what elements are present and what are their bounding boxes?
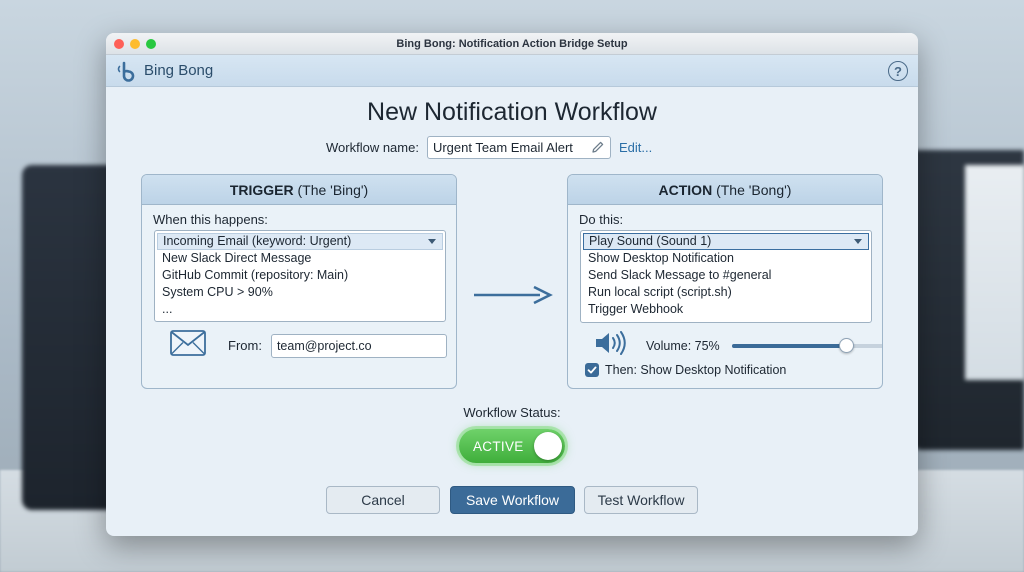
then-notification-label: Then: Show Desktop Notification — [605, 363, 787, 377]
background-laptop-left — [22, 165, 117, 510]
workflow-name-input[interactable]: Urgent Team Email Alert — [426, 136, 611, 159]
toggle-knob — [534, 432, 562, 460]
action-sub-label: Do this: — [579, 212, 624, 227]
maximize-window-button[interactable] — [146, 39, 156, 49]
workflow-name-label: Workflow name: — [326, 140, 419, 155]
page-title: New Notification Workflow — [367, 98, 657, 126]
action-list-item[interactable]: Play Sound (Sound 1) — [583, 233, 869, 250]
trigger-list-item[interactable]: System CPU > 90% — [157, 284, 443, 301]
action-header-rest: (The 'Bong') — [712, 181, 792, 198]
trigger-list[interactable]: Incoming Email (keyword: Urgent) New Sla… — [154, 230, 446, 322]
trigger-panel-header: TRIGGER (The 'Bing') — [142, 175, 456, 205]
then-notification-checkbox[interactable] — [585, 363, 599, 377]
app-name: Bing Bong — [144, 62, 214, 79]
toggle-state-text: ACTIVE — [473, 438, 524, 454]
from-email-value: team@project.co — [276, 338, 372, 353]
action-panel-header: ACTION (The 'Bong') — [568, 175, 882, 205]
test-workflow-button[interactable]: Test Workflow — [584, 486, 698, 514]
edit-workflow-name-link[interactable]: Edit... — [619, 140, 652, 155]
action-panel: ACTION (The 'Bong') Do this: Play Sound … — [567, 174, 883, 389]
trigger-list-item[interactable]: New Slack Direct Message — [157, 250, 443, 267]
pencil-icon[interactable] — [591, 140, 605, 157]
trigger-panel: TRIGGER (The 'Bing') When this happens: … — [141, 174, 457, 389]
minimize-window-button[interactable] — [130, 39, 140, 49]
chevron-down-icon[interactable] — [428, 239, 436, 244]
title-bar: Bing Bong: Notification Action Bridge Se… — [106, 33, 918, 55]
from-label: From: — [228, 338, 262, 353]
app-header: Bing Bong ? — [106, 55, 918, 87]
action-list-item[interactable]: Show Desktop Notification — [583, 250, 869, 267]
volume-label: Volume: 75% — [646, 338, 720, 353]
app-window: Bing Bong: Notification Action Bridge Se… — [106, 33, 918, 536]
close-window-button[interactable] — [114, 39, 124, 49]
trigger-list-item[interactable]: ... — [157, 301, 443, 318]
from-email-input[interactable]: team@project.co — [270, 333, 447, 358]
workflow-status-toggle[interactable]: ACTIVE — [459, 429, 565, 463]
action-list-item[interactable]: Send Slack Message to #general — [583, 267, 869, 284]
action-list-item[interactable]: Run local script (script.sh) — [583, 284, 869, 301]
workflow-name-value: Urgent Team Email Alert — [432, 140, 573, 155]
trigger-sub-label: When this happens: — [153, 212, 268, 227]
speaker-icon — [594, 330, 628, 361]
cancel-button[interactable]: Cancel — [326, 486, 440, 514]
action-header-bold: ACTION — [658, 181, 713, 198]
trigger-list-item[interactable]: GitHub Commit (repository: Main) — [157, 267, 443, 284]
action-list-item[interactable]: Trigger Webhook — [583, 301, 869, 318]
trigger-header-bold: TRIGGER — [229, 181, 294, 198]
arrow-right-icon — [472, 285, 554, 310]
volume-row: Volume: 75% — [594, 330, 882, 361]
trigger-list-item[interactable]: Incoming Email (keyword: Urgent) — [157, 233, 443, 250]
trigger-header-rest: (The 'Bing') — [293, 181, 369, 198]
checkmark-icon — [587, 366, 597, 374]
bing-bong-logo-icon — [116, 60, 138, 82]
window-controls — [114, 39, 156, 49]
action-list[interactable]: Play Sound (Sound 1) Show Desktop Notifi… — [580, 230, 872, 323]
envelope-icon — [170, 330, 206, 361]
from-row: From: team@project.co — [170, 330, 447, 361]
volume-slider-thumb[interactable] — [839, 337, 854, 353]
volume-slider-fill — [732, 343, 846, 348]
volume-slider[interactable] — [732, 336, 882, 356]
chevron-down-icon[interactable] — [854, 239, 862, 244]
help-button[interactable]: ? — [888, 61, 908, 81]
workflow-status-label: Workflow Status: — [463, 405, 561, 420]
trigger-item-label: Incoming Email (keyword: Urgent) — [163, 234, 352, 248]
window-title: Bing Bong: Notification Action Bridge Se… — [396, 37, 628, 50]
action-item-label: Play Sound (Sound 1) — [589, 234, 712, 248]
save-workflow-button[interactable]: Save Workflow — [450, 486, 575, 514]
background-screen-right — [965, 165, 1024, 380]
workflow-name-row: Workflow name: Urgent Team Email Alert E… — [326, 136, 652, 159]
then-option: Then: Show Desktop Notification — [585, 363, 786, 377]
